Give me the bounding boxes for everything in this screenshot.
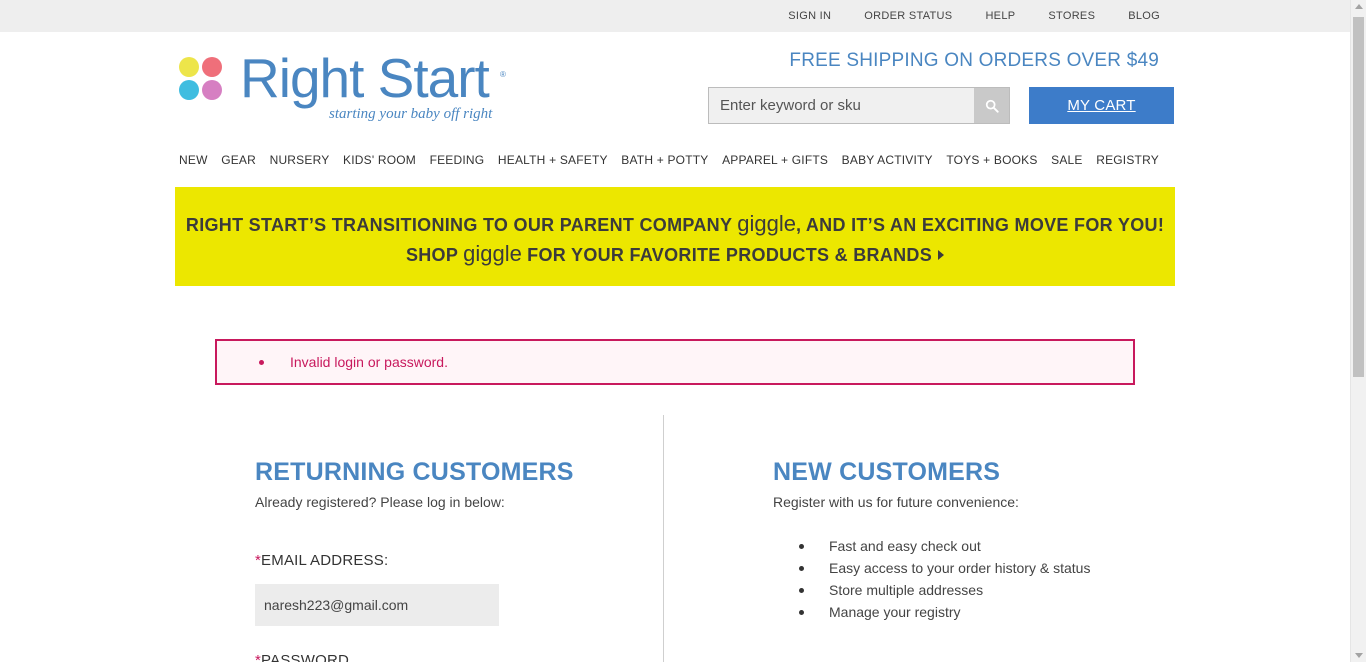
search-icon [985,99,999,113]
benefit-text: Easy access to your order history & stat… [829,560,1091,576]
login-error-message: Invalid login or password. [215,339,1135,385]
nav-item-sale[interactable]: SALE [1051,153,1083,169]
password-label-text: PASSWORD [261,652,350,662]
caret-right-icon [938,250,945,260]
banner-text: RIGHT START’S TRANSITIONING TO OUR PAREN… [185,215,738,235]
email-label: *EMAIL ADDRESS: [255,552,388,569]
scrollbar-thumb[interactable] [1353,17,1364,377]
new-customers-subtitle: Register with us for future convenience: [773,494,1019,510]
banner-text: SHOP [405,245,464,265]
password-label: *PASSWORD [255,652,349,662]
nav-item-bath-potty[interactable]: BATH + POTTY [621,153,708,169]
giggle-transition-banner[interactable]: RIGHT START’S TRANSITIONING TO OUR PAREN… [175,187,1175,286]
logo-dots-icon [178,56,226,104]
list-item: Manage your registry [799,604,1090,626]
utility-links: SIGN IN ORDER STATUS HELP STORES BLOG [755,0,1160,32]
free-shipping-promo: FREE SHIPPING ON ORDERS OVER $49 [789,50,1159,71]
giggle-brand: giggle [463,241,522,266]
logo-wordmark: Right Start [240,47,490,109]
nav-item-baby-activity[interactable]: BABY ACTIVITY [842,153,933,169]
scroll-down-icon[interactable] [1355,653,1363,658]
search-input[interactable] [709,88,975,123]
search-box [708,87,1010,124]
my-cart-button[interactable]: MY CART [1029,87,1174,124]
main-nav: NEW GEAR NURSERY KIDS' ROOM FEEDING HEAL… [179,153,1159,169]
banner-text: , AND IT’S AN EXCITING MOVE FOR YOU! [795,215,1165,235]
banner-line-1: RIGHT START’S TRANSITIONING TO OUR PAREN… [175,211,1175,237]
site-logo[interactable]: Right Start ® starting your baby off rig… [178,47,518,127]
nav-item-kids-room[interactable]: KIDS' ROOM [343,153,416,169]
list-item: Easy access to your order history & stat… [799,560,1091,582]
nav-item-nursery[interactable]: NURSERY [270,153,330,169]
column-divider [663,415,664,662]
nav-item-registry[interactable]: REGISTRY [1096,153,1159,169]
search-button[interactable] [974,88,1009,123]
email-field[interactable] [255,584,499,626]
scroll-up-icon[interactable] [1355,4,1363,9]
benefit-text: Store multiple addresses [829,582,984,598]
benefit-text: Fast and easy check out [829,538,981,554]
blog-link[interactable]: BLOG [1128,10,1160,22]
list-item: Store multiple addresses [799,582,1090,604]
nav-item-gear[interactable]: GEAR [221,153,256,169]
help-link[interactable]: HELP [985,10,1015,22]
returning-customers-title: RETURNING CUSTOMERS [255,458,574,486]
banner-text: FOR YOUR FAVORITE PRODUCTS & BRANDS [521,245,933,265]
giggle-brand: giggle [737,211,796,236]
nav-item-feeding[interactable]: FEEDING [430,153,485,169]
error-text: Invalid login or password. [290,354,448,370]
utility-bar: SIGN IN ORDER STATUS HELP STORES BLOG [0,0,1350,32]
nav-item-apparel-gifts[interactable]: APPAREL + GIFTS [722,153,828,169]
sign-in-link[interactable]: SIGN IN [788,10,831,22]
nav-item-health-safety[interactable]: HEALTH + SAFETY [498,153,608,169]
logo-registered-mark: ® [500,70,506,79]
new-customers-title: NEW CUSTOMERS [773,458,1001,486]
bullet-icon [799,588,804,593]
bullet-icon [259,360,264,365]
email-label-text: EMAIL ADDRESS: [261,552,389,569]
benefit-text: Manage your registry [829,604,961,620]
page-scrollbar[interactable] [1350,0,1366,662]
logo-tagline: starting your baby off right [329,106,493,122]
new-customer-benefits: Fast and easy check out Easy access to y… [799,538,1091,626]
banner-line-2: SHOP giggle FOR YOUR FAVORITE PRODUCTS &… [175,241,1175,267]
bullet-icon [799,566,804,571]
order-status-link[interactable]: ORDER STATUS [864,10,952,22]
bullet-icon [799,610,804,615]
bullet-icon [799,544,804,549]
nav-item-toys-books[interactable]: TOYS + BOOKS [946,153,1037,169]
stores-link[interactable]: STORES [1048,10,1095,22]
nav-item-new[interactable]: NEW [179,153,208,169]
returning-customers-subtitle: Already registered? Please log in below: [255,494,505,510]
list-item: Fast and easy check out [799,538,1090,560]
